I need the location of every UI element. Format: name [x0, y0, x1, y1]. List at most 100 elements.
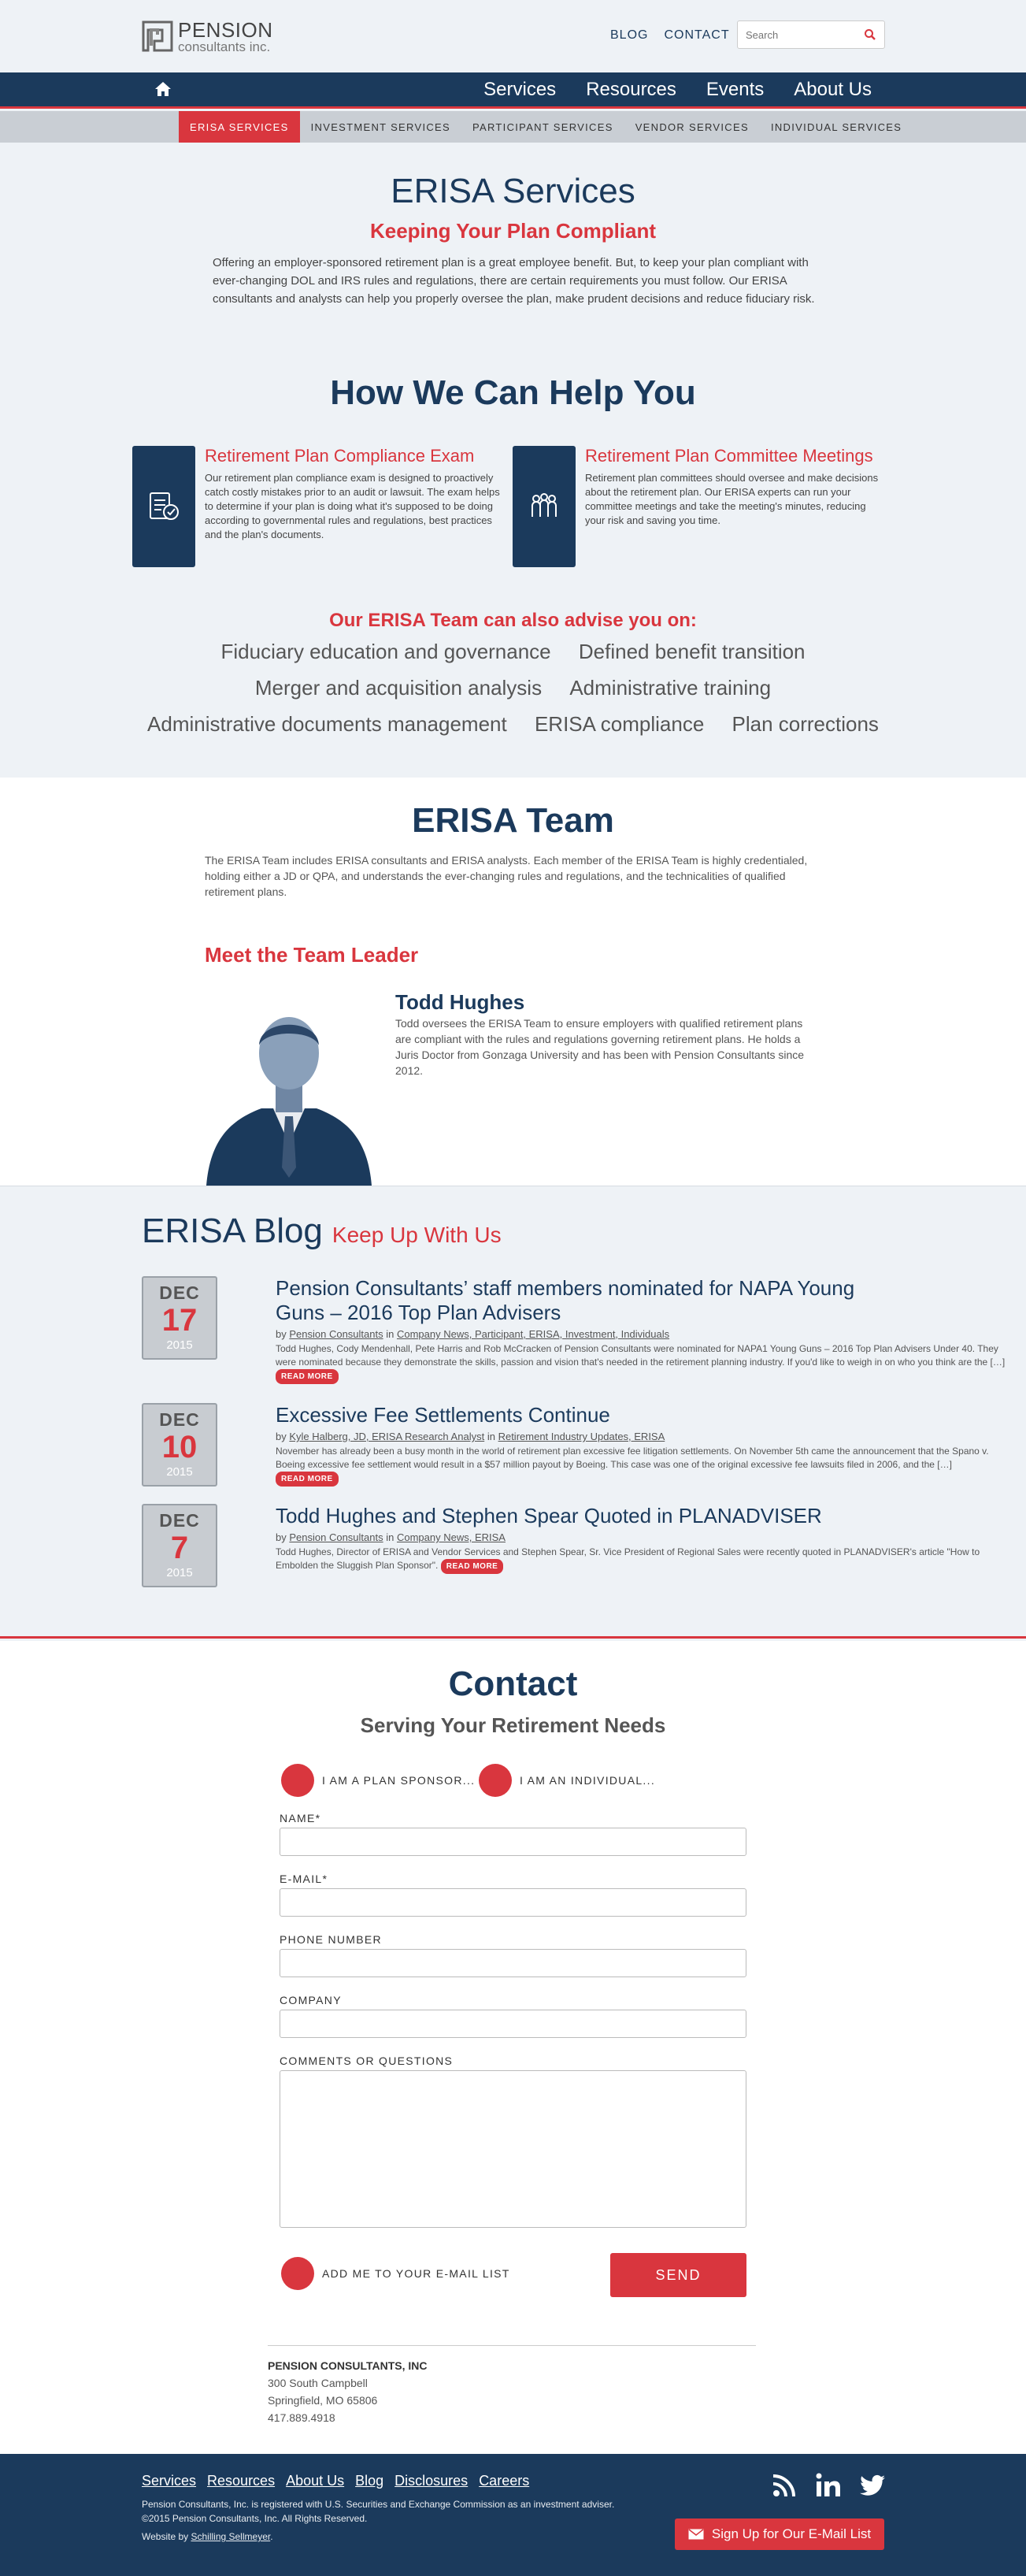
radio-individual[interactable]: I AM AN INDIVIDUAL... [479, 1764, 655, 1797]
email-list-checkbox[interactable]: ADD ME TO YOUR E-MAIL LIST [281, 2257, 510, 2290]
search-box [737, 20, 885, 49]
sub-nav-erisa-services[interactable]: ERISA SERVICES [179, 111, 300, 143]
leader-name: Todd Hughes [395, 990, 525, 1014]
post-title-link[interactable]: Pension Consultants’ staff members nomin… [276, 1276, 874, 1325]
top-bar: PENSION consultants inc. BLOG CONTACT [0, 0, 1026, 72]
post-excerpt: Todd Hughes, Director of ERISA and Vendo… [276, 1546, 1008, 1574]
sub-nav: ERISA SERVICES INVESTMENT SERVICES PARTI… [0, 111, 1026, 143]
people-group-icon [513, 446, 576, 567]
card-title: Retirement Plan Compliance Exam [205, 446, 475, 466]
page-subtitle: Keeping Your Plan Compliant [369, 219, 657, 243]
post-meta: by Kyle Halberg, JD, ERISA Research Anal… [276, 1431, 665, 1442]
advise-line: Fiduciary education and governance Defin… [0, 640, 1026, 664]
company-input[interactable] [280, 2010, 746, 2038]
top-links: BLOG CONTACT [610, 28, 730, 43]
address-city: Springfield, MO 65806 [268, 2394, 378, 2407]
nav-item-services[interactable]: Services [483, 79, 556, 101]
team-section: ERISA Team The ERISA Team includes ERISA… [0, 778, 1026, 1186]
card-text: Retirement plan committees should overse… [585, 472, 879, 526]
post-category-links[interactable]: Company News, Participant, ERISA, Invest… [397, 1328, 669, 1340]
date-badge: DEC 7 2015 [142, 1504, 217, 1587]
blog-title: ERISA Blog [142, 1212, 323, 1250]
checklist-icon [132, 446, 195, 567]
search-input[interactable] [746, 28, 856, 41]
post-excerpt: November has already been a busy month i… [276, 1445, 1008, 1487]
logo-subtitle: consultants inc. [178, 39, 271, 54]
rss-icon[interactable] [770, 2471, 798, 2500]
credit-link[interactable]: Schilling Sellmeyer [191, 2531, 270, 2542]
help-title: How We Can Help You [330, 373, 696, 412]
date-badge: DEC 17 2015 [142, 1276, 217, 1360]
home-icon[interactable] [154, 80, 172, 98]
card-title: Retirement Plan Committee Meetings [585, 446, 873, 466]
date-year: 2015 [166, 1566, 193, 1579]
footer-link-resources[interactable]: Resources [207, 2473, 275, 2489]
linkedin-icon[interactable] [814, 2471, 843, 2500]
sub-nav-individual-services[interactable]: INDIVIDUAL SERVICES [760, 111, 913, 143]
nav-item-events[interactable]: Events [706, 79, 764, 101]
comments-label: COMMENTS OR QUESTIONS [280, 2054, 454, 2067]
email-label: E-MAIL* [280, 1873, 328, 1885]
advise-item: Fiduciary education and governance [220, 640, 551, 663]
post-meta: by Pension Consultants in Company News, … [276, 1531, 506, 1543]
footer-links: Services Resources About Us Blog Disclos… [142, 2473, 529, 2489]
footer-link-blog[interactable]: Blog [355, 2473, 383, 2489]
search-icon[interactable] [864, 28, 876, 41]
leader-title: Meet the Team Leader [205, 943, 419, 967]
leader-portrait-image [206, 990, 372, 1186]
radio-button[interactable] [281, 1764, 314, 1797]
social-links [770, 2471, 887, 2500]
advise-title: Our ERISA Team can also advise you on: [329, 610, 697, 631]
post-author-link[interactable]: Pension Consultants [289, 1328, 383, 1340]
date-month: DEC [159, 1409, 200, 1430]
name-input[interactable] [280, 1828, 746, 1856]
nav-item-resources[interactable]: Resources [586, 79, 676, 101]
advise-item: ERISA compliance [534, 712, 705, 736]
advise-item: Administrative training [569, 676, 772, 700]
footer-link-careers[interactable]: Careers [479, 2473, 529, 2489]
blog-section: ERISA Blog Keep Up With Us DEC 17 2015 P… [0, 1186, 1026, 1639]
post-title-link[interactable]: Excessive Fee Settlements Continue [276, 1403, 874, 1427]
sub-nav-participant-services[interactable]: PARTICIPANT SERVICES [461, 111, 624, 143]
main-nav: Services Resources Events About Us [0, 72, 1026, 109]
sub-nav-vendor-services[interactable]: VENDOR SERVICES [624, 111, 760, 143]
sub-nav-investment-services[interactable]: INVESTMENT SERVICES [300, 111, 461, 143]
email-signup-button[interactable]: Sign Up for Our E-Mail List [675, 2518, 884, 2550]
address-phone: 417.889.4918 [268, 2411, 335, 2424]
post-title-link[interactable]: Todd Hughes and Stephen Spear Quoted in … [276, 1504, 874, 1528]
footer-link-about-us[interactable]: About Us [286, 2473, 344, 2489]
checkbox-button[interactable] [281, 2257, 314, 2290]
post-category-links[interactable]: Company News, ERISA [397, 1531, 506, 1543]
logo[interactable]: PENSION consultants inc. [142, 14, 283, 58]
read-more-button[interactable]: READ MORE [276, 1369, 339, 1384]
address-street: 300 South Campbell [268, 2377, 368, 2389]
radio-plan-sponsor[interactable]: I AM A PLAN SPONSOR... [281, 1764, 475, 1797]
read-more-button[interactable]: READ MORE [440, 1559, 504, 1574]
address-company: PENSION CONSULTANTS, INC [268, 2359, 428, 2372]
twitter-icon[interactable] [858, 2471, 887, 2500]
send-button[interactable]: SEND [610, 2253, 746, 2297]
top-link-blog[interactable]: BLOG [610, 28, 648, 43]
advise-line: Administrative documents management ERIS… [0, 712, 1026, 737]
phone-input[interactable] [280, 1949, 746, 1977]
footer-link-services[interactable]: Services [142, 2473, 196, 2489]
footer-link-disclosures[interactable]: Disclosures [394, 2473, 468, 2489]
post-author-link[interactable]: Pension Consultants [289, 1531, 383, 1543]
radio-button[interactable] [479, 1764, 512, 1797]
post-author-link[interactable]: Kyle Halberg, JD, ERISA Research Analyst [289, 1431, 484, 1442]
contact-section: Contact Serving Your Retirement Needs I … [0, 1641, 1026, 2454]
email-input[interactable] [280, 1888, 746, 1917]
date-year: 2015 [166, 1338, 193, 1352]
logo-title: PENSION [178, 17, 273, 42]
blog-heading: ERISA Blog Keep Up With Us [142, 1212, 502, 1251]
footer-legal: Pension Consultants, Inc. is registered … [142, 2499, 615, 2524]
card-committee-meetings: Retirement Plan Committee Meetings Retir… [513, 446, 883, 572]
comments-textarea[interactable] [280, 2070, 746, 2228]
post-meta: by Pension Consultants in Company News, … [276, 1328, 670, 1340]
top-link-contact[interactable]: CONTACT [664, 28, 729, 43]
blog-subtitle: Keep Up With Us [332, 1223, 502, 1247]
post-category-links[interactable]: Retirement Industry Updates, ERISA [498, 1431, 665, 1442]
nav-item-about-us[interactable]: About Us [794, 79, 872, 101]
read-more-button[interactable]: READ MORE [276, 1472, 339, 1487]
advise-item: Plan corrections [732, 712, 879, 736]
